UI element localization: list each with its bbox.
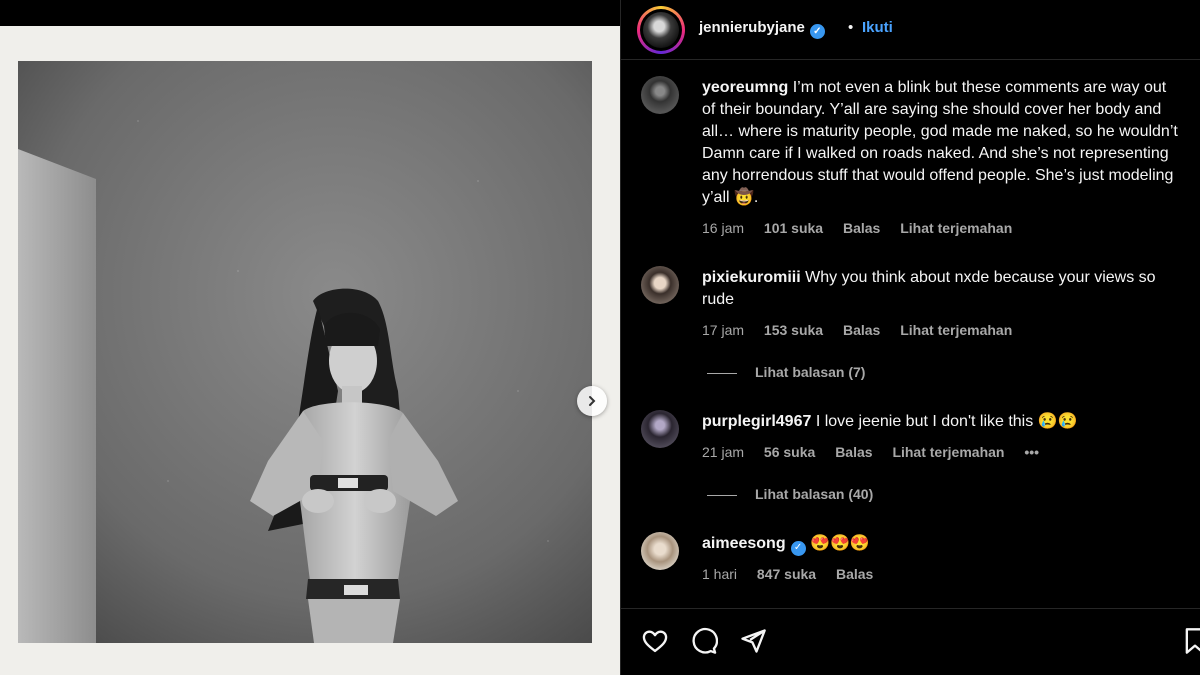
heart-icon[interactable]: [641, 627, 669, 655]
see-translation-button[interactable]: Lihat terjemahan: [900, 220, 1012, 236]
comment-text-block: pixiekuromiii Why you think about nxde b…: [702, 267, 1182, 311]
post-photo: [18, 61, 592, 643]
bookmark-icon[interactable]: [1183, 627, 1200, 655]
header-separator: •: [848, 19, 854, 36]
view-replies-label[interactable]: Lihat balasan (40): [755, 486, 873, 502]
verified-badge-icon: ✓: [790, 540, 806, 556]
post-media: [0, 0, 620, 675]
commenter-avatar[interactable]: [641, 410, 679, 448]
send-icon[interactable]: [739, 627, 767, 655]
commenter-username[interactable]: pixiekuromiii: [702, 269, 801, 286]
see-translation-button[interactable]: Lihat terjemahan: [892, 444, 1004, 460]
follow-button[interactable]: Ikuti: [862, 19, 893, 36]
post-action-bar: [621, 608, 1200, 675]
comment-text-block: purplegirl4967 I love jeenie but I don't…: [702, 411, 1182, 433]
author-avatar[interactable]: [637, 6, 685, 54]
author-username-text[interactable]: jennierubyjane: [699, 19, 805, 36]
reply-button[interactable]: Balas: [836, 566, 873, 582]
polaroid-mat: [0, 26, 620, 675]
commenter-username[interactable]: aimeesong: [702, 535, 786, 552]
commenter-avatar[interactable]: [641, 76, 679, 114]
commenter-username[interactable]: yeoreumng: [702, 79, 788, 96]
reply-button[interactable]: Balas: [843, 220, 880, 236]
comments-panel: jennierubyjane ✓ • Ikuti yeoreumng I’m no…: [620, 0, 1200, 675]
commenter-avatar[interactable]: [641, 266, 679, 304]
comment-text: I love jeenie but I don't like this 😢😢: [815, 413, 1078, 430]
comment-text-block: aimeesong ✓ 😍😍😍: [702, 533, 1182, 556]
comment-time[interactable]: 1 hari: [702, 566, 737, 582]
comment-meta: 17 jam 153 suka Balas Lihat terjemahan: [702, 322, 1028, 338]
author-username[interactable]: jennierubyjane ✓: [699, 19, 825, 39]
commenter-avatar[interactable]: [641, 532, 679, 570]
comment-meta: 16 jam 101 suka Balas Lihat terjemahan: [702, 220, 1028, 236]
comment-time[interactable]: 16 jam: [702, 220, 744, 236]
comment-text: I’m not even a blink but these comments …: [702, 79, 1178, 206]
post-header: jennierubyjane ✓ • Ikuti: [621, 0, 1200, 60]
comment-likes[interactable]: 101 suka: [764, 220, 823, 236]
next-photo-button[interactable]: [577, 386, 607, 416]
view-replies-button[interactable]: Lihat balasan (7): [707, 364, 865, 380]
comment-likes[interactable]: 153 suka: [764, 322, 823, 338]
comment-meta: 21 jam 56 suka Balas Lihat terjemahan ••…: [702, 444, 1055, 460]
verified-badge-icon: ✓: [809, 24, 825, 39]
see-translation-button[interactable]: Lihat terjemahan: [900, 322, 1012, 338]
more-options-icon[interactable]: •••: [1024, 444, 1039, 460]
reply-button[interactable]: Balas: [843, 322, 880, 338]
replies-divider: [707, 494, 737, 496]
chevron-right-icon: [589, 396, 596, 406]
comment-likes[interactable]: 56 suka: [764, 444, 815, 460]
commenter-username[interactable]: purplegirl4967: [702, 413, 811, 430]
comment-text: 😍😍😍: [810, 535, 870, 552]
replies-divider: [707, 372, 737, 374]
comment-time[interactable]: 17 jam: [702, 322, 744, 338]
view-replies-button[interactable]: Lihat balasan (40): [707, 486, 873, 502]
view-replies-label[interactable]: Lihat balasan (7): [755, 364, 865, 380]
reply-button[interactable]: Balas: [835, 444, 872, 460]
comment-time[interactable]: 21 jam: [702, 444, 744, 460]
comment-text-block: yeoreumng I’m not even a blink but these…: [702, 77, 1182, 209]
comment-icon[interactable]: [690, 627, 718, 655]
comment-meta: 1 hari 847 suka Balas: [702, 566, 889, 582]
comment-likes[interactable]: 847 suka: [757, 566, 816, 582]
